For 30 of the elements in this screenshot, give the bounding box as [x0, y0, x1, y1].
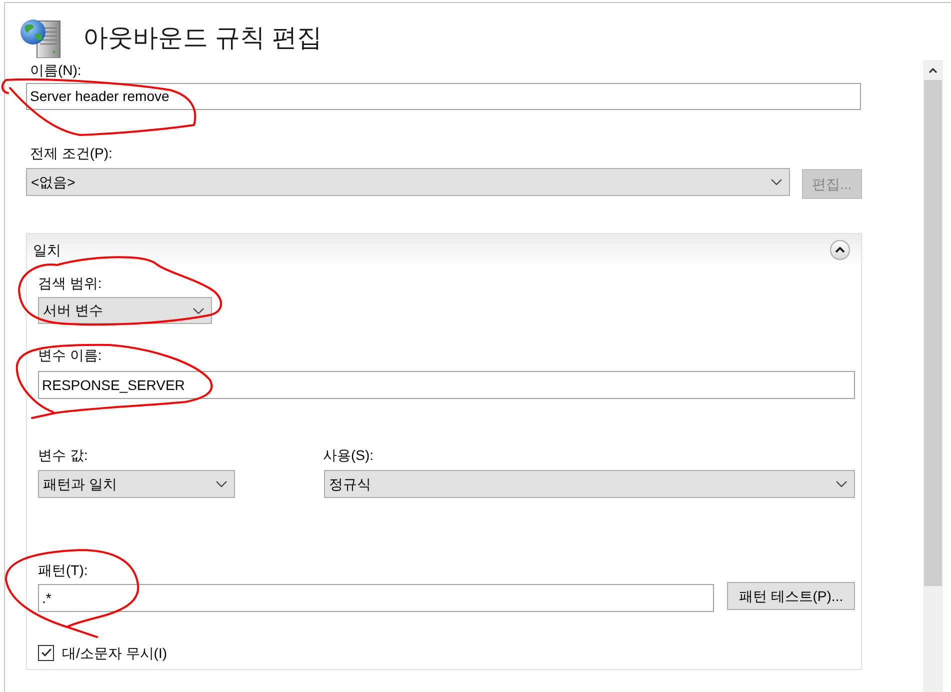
- variable-name-label: 변수 이름:: [38, 347, 103, 363]
- using-dropdown[interactable]: 정규식: [324, 470, 855, 498]
- search-scope-label: 검색 범위:: [38, 275, 103, 291]
- name-input[interactable]: Server header remove: [26, 83, 861, 110]
- chevron-down-icon: [836, 481, 847, 487]
- ignore-case-label: 대/소문자 무시(I): [62, 644, 167, 660]
- chevron-up-icon: [929, 68, 937, 72]
- checkmark-icon: [40, 648, 52, 657]
- window-title: 아웃바운드 규칙 편집: [83, 23, 322, 54]
- ignore-case-checkbox[interactable]: [38, 644, 54, 660]
- chevron-up-icon: [835, 246, 845, 254]
- chevron-down-icon: [771, 179, 782, 185]
- panel-title: 일치: [33, 242, 61, 258]
- variable-value-dropdown[interactable]: 패턴과 일치: [38, 470, 235, 498]
- using-label: 사용(S):: [323, 447, 375, 463]
- pattern-label: 패턴(T):: [38, 562, 89, 578]
- chevron-down-icon: [193, 308, 204, 314]
- name-label: 이름(N):: [30, 62, 82, 78]
- precondition-label: 전제 조건(P):: [30, 145, 114, 161]
- precondition-dropdown[interactable]: <없음>: [26, 168, 790, 196]
- variable-name-input[interactable]: RESPONSE_SERVER: [38, 371, 855, 399]
- scrollbar-thumb[interactable]: [924, 80, 942, 586]
- collapse-button[interactable]: [830, 240, 850, 260]
- variable-value-label: 변수 값:: [38, 447, 89, 463]
- scroll-up-button[interactable]: [923, 60, 943, 80]
- pattern-test-button[interactable]: 패턴 테스트(P)...: [727, 582, 855, 610]
- chevron-down-icon: [216, 481, 227, 487]
- globe-server-icon: [20, 18, 61, 58]
- pattern-input[interactable]: .*: [38, 584, 714, 612]
- search-scope-dropdown[interactable]: 서버 변수: [38, 297, 212, 324]
